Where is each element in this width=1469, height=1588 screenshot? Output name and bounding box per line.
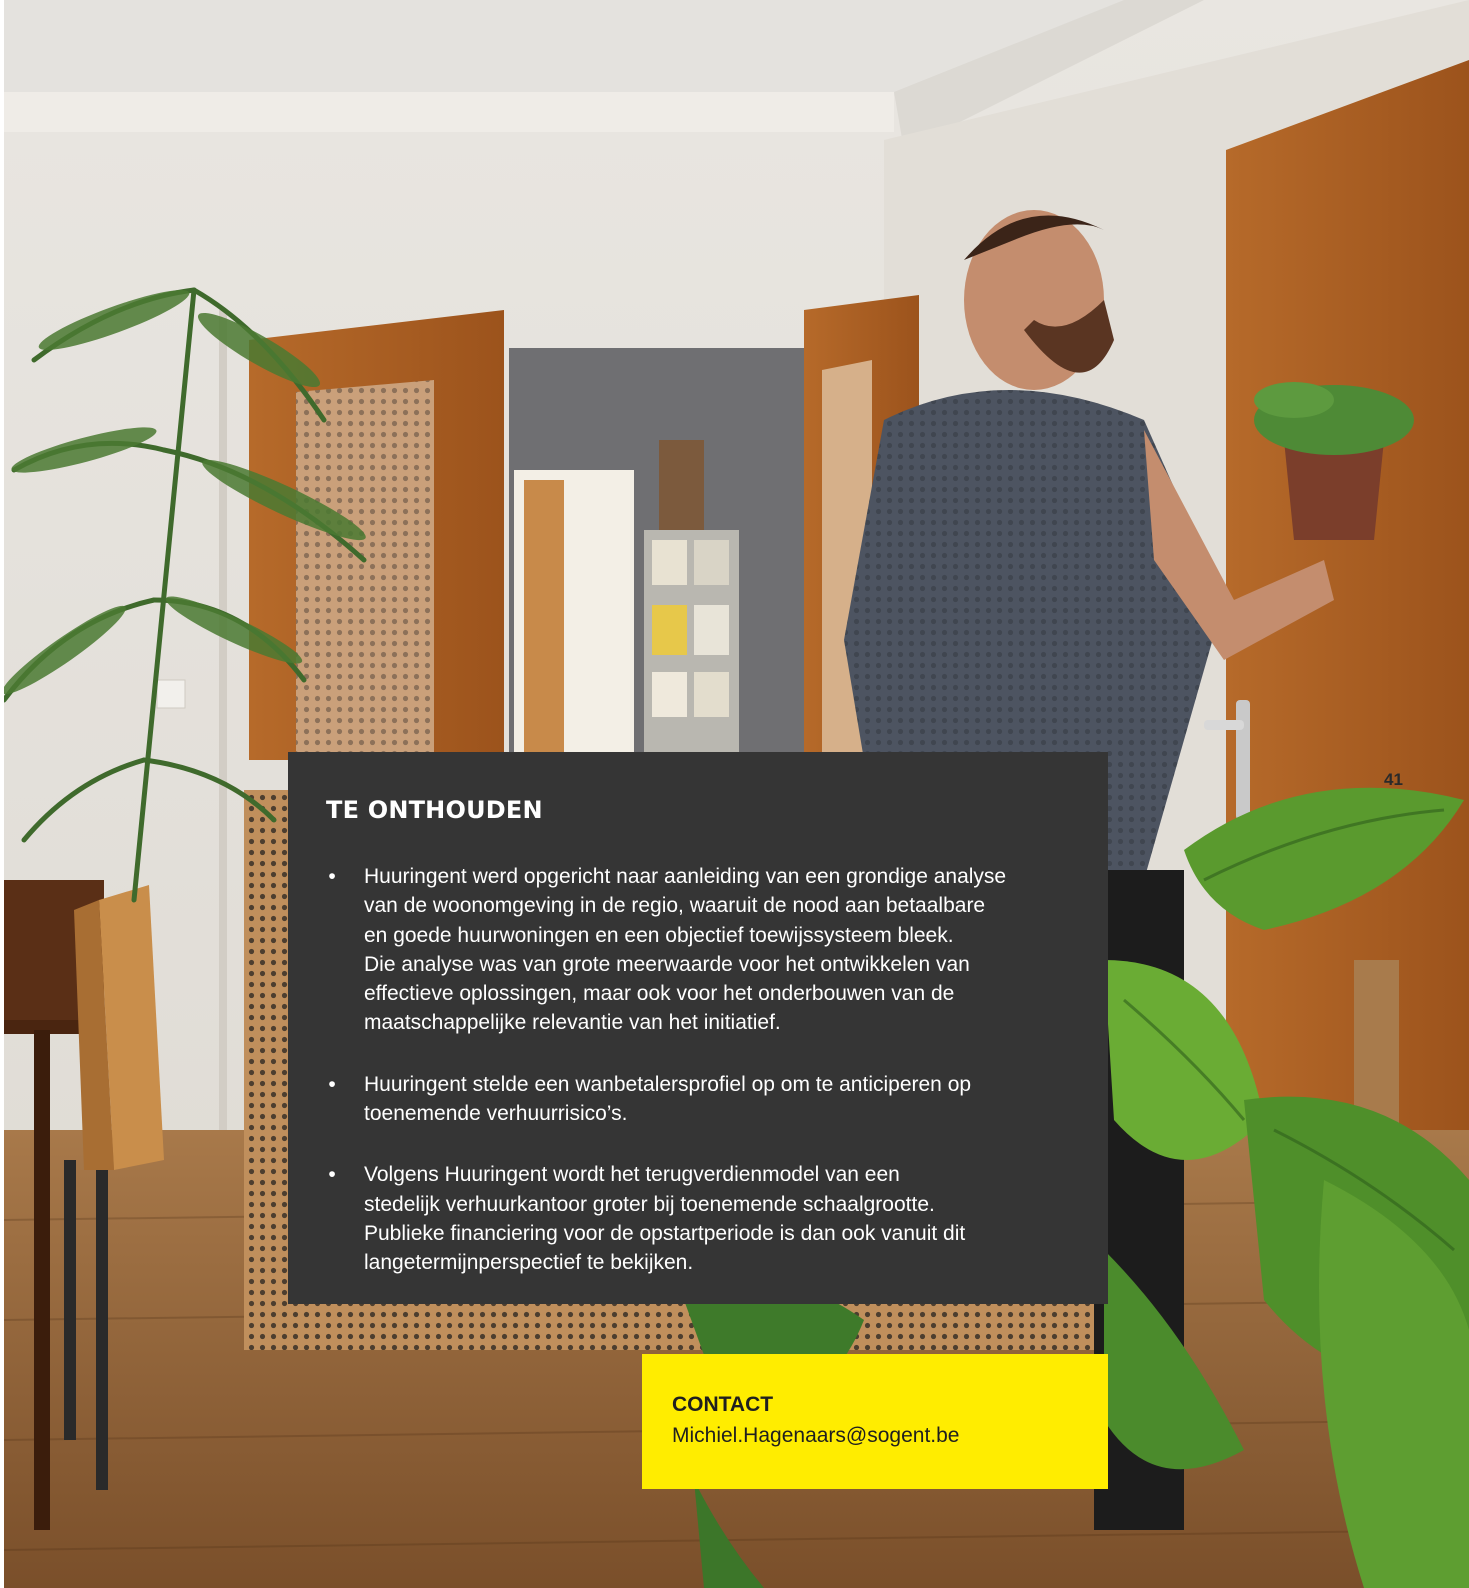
page-number: 41 xyxy=(1384,770,1403,789)
bullet-icon: • xyxy=(328,1072,336,1096)
bullet-icon: • xyxy=(328,1163,336,1187)
document-page: TE ONTHOUDEN • Huuringent werd opgericht… xyxy=(4,0,1469,1588)
contact-email[interactable]: Michiel.Hagenaars@sogent.be xyxy=(672,1420,1078,1452)
list-item-text: Huuringent stelde een wanbetalersprofiel… xyxy=(364,1072,972,1126)
summary-title: TE ONTHOUDEN xyxy=(326,796,543,824)
list-item-text: Die analyse was van grote meerwaarde voo… xyxy=(364,952,970,1035)
contact-label: CONTACT xyxy=(672,1393,774,1416)
summary-panel: TE ONTHOUDEN • Huuringent werd opgericht… xyxy=(288,752,1108,1304)
list-item: • Huuringent stelde een wanbetalersprofi… xyxy=(326,1070,1068,1129)
contact-box: CONTACT Michiel.Hagenaars@sogent.be xyxy=(642,1354,1108,1489)
list-item: • Huuringent werd opgericht naar aanleid… xyxy=(326,862,1068,1038)
postcard-rack xyxy=(644,530,739,770)
list-item-text: Volgens Huuringent wordt het terugverdie… xyxy=(364,1163,966,1275)
bullet-icon: • xyxy=(328,865,336,888)
summary-list: • Huuringent werd opgericht naar aanleid… xyxy=(326,862,1068,1278)
list-item: • Volgens Huuringent wordt het terugverd… xyxy=(326,1160,1068,1277)
list-item-text: Huuringent werd opgericht naar aanleidin… xyxy=(364,865,1007,947)
